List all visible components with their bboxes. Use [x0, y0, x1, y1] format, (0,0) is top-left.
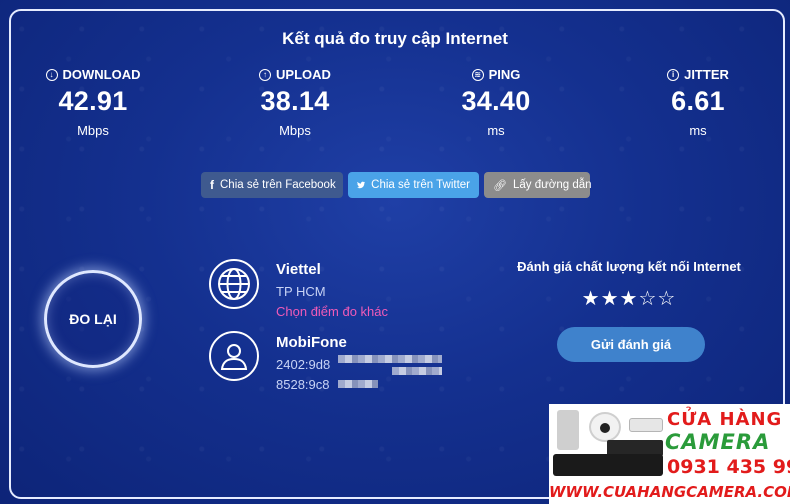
ad-brand-bottom: CAMERA — [665, 430, 771, 454]
change-server-link[interactable]: Chọn điểm đo khác — [276, 304, 388, 319]
client-isp-name: MobiFone — [276, 334, 347, 351]
ping-icon: ≋ — [471, 68, 484, 81]
copy-link-button[interactable]: 🔗︎ Lấy đường dẫn — [484, 172, 592, 198]
ip-redaction — [338, 355, 442, 363]
jitter-value: 6.61 — [671, 86, 725, 116]
star-empty-icon[interactable]: ☆ — [657, 286, 676, 310]
jitter-label: JITTER — [684, 67, 729, 82]
share-twitter-label: Chia sẻ trên Twitter — [371, 179, 470, 191]
share-twitter-button[interactable]: Chia sẻ trên Twitter — [348, 172, 479, 198]
ping-label: PING — [488, 67, 521, 82]
copy-link-label: Lấy đường dẫn — [512, 179, 592, 191]
share-buttons: f Chia sẻ trên Facebook Chia sẻ trên Twi… — [201, 172, 592, 198]
ip-redaction — [338, 380, 378, 388]
submit-rating-label: Gửi đánh giá — [590, 337, 672, 352]
upload-unit: Mbps — [279, 123, 311, 138]
globe-icon — [209, 259, 259, 309]
camera-icon — [629, 418, 663, 432]
ad-phone: 0931 435 998 — [667, 456, 790, 478]
share-facebook-label: Chia sẻ trên Facebook — [220, 179, 336, 191]
ip-redaction — [392, 367, 442, 375]
upload-metric: ↑ UPLOAD 38.14 Mbps — [205, 67, 385, 138]
client-ip-line1: 2402:9d8 — [276, 357, 331, 372]
camera-shop-ad[interactable]: CỬA HÀNG CAMERA 0931 435 998 WWW.CUAHANG… — [549, 404, 790, 504]
star-filled-icon[interactable]: ★ — [582, 286, 601, 310]
upload-value: 38.14 — [260, 86, 330, 116]
server-name: Viettel — [276, 261, 321, 278]
retry-button[interactable]: ĐO LẠI — [44, 270, 142, 368]
facebook-icon: f — [210, 178, 214, 192]
download-label: DOWNLOAD — [62, 67, 141, 82]
retry-label: ĐO LẠI — [69, 311, 117, 327]
upload-label: UPLOAD — [276, 67, 331, 82]
submit-rating-button[interactable]: Gửi đánh giá — [557, 327, 705, 362]
ad-website: WWW.CUAHANGCAMERA.COM — [549, 480, 790, 504]
star-filled-icon[interactable]: ★ — [620, 286, 639, 310]
jitter-unit: ms — [689, 123, 707, 138]
star-rating[interactable]: ★★★☆☆ — [502, 286, 756, 311]
link-icon: 🔗︎ — [493, 179, 507, 192]
download-metric: ↓ DOWNLOAD 42.91 Mbps — [3, 67, 183, 138]
ad-brand-top: CỬA HÀNG — [667, 409, 783, 430]
info-circle-icon: i — [667, 68, 680, 81]
camera-icon — [557, 410, 579, 450]
arrow-up-circle-icon: ↑ — [259, 68, 272, 81]
recorder-icon — [553, 454, 663, 476]
rating-title: Đánh giá chất lượng kết nối Internet — [517, 259, 741, 274]
page-title: Kết quả đo truy cập Internet — [282, 29, 508, 48]
twitter-icon — [357, 181, 366, 189]
arrow-down-circle-icon: ↓ — [45, 68, 58, 81]
jitter-metric: i JITTER 6.61 ms — [608, 67, 788, 138]
star-filled-icon[interactable]: ★ — [601, 286, 620, 310]
camera-icon — [589, 412, 621, 442]
ping-unit: ms — [487, 123, 505, 138]
download-value: 42.91 — [58, 86, 128, 116]
star-empty-icon[interactable]: ☆ — [638, 286, 657, 310]
ping-value: 34.40 — [461, 86, 531, 116]
server-location: TP HCM — [276, 284, 326, 299]
user-icon — [209, 331, 259, 381]
share-facebook-button[interactable]: f Chia sẻ trên Facebook — [201, 172, 343, 198]
ping-metric: ≋ PING 34.40 ms — [406, 67, 586, 138]
download-unit: Mbps — [77, 123, 109, 138]
client-ip-line2: 8528:9c8 — [276, 377, 330, 392]
